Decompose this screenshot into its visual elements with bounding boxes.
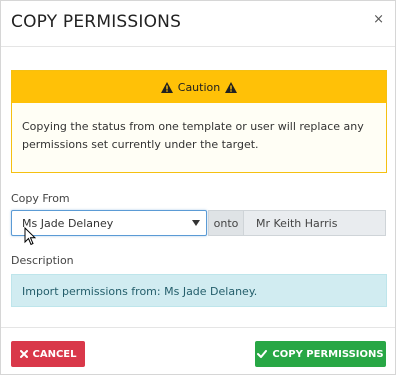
warning-icon <box>160 81 173 93</box>
modal-footer: CANCEL COPY PERMISSIONS <box>1 327 395 375</box>
description-label: Description <box>11 254 74 267</box>
modal-title: COPY PERMISSIONS <box>11 12 182 32</box>
caution-message: Copying the status from one template or … <box>22 120 364 151</box>
copy-permissions-button-label: COPY PERMISSIONS <box>272 348 384 360</box>
chevron-down-icon <box>192 220 200 226</box>
close-icon[interactable]: × <box>373 12 384 28</box>
caution-heading: Caution <box>177 80 221 94</box>
copy-permissions-modal: COPY PERMISSIONS × Caution Copying the s… <box>0 0 396 375</box>
description-box: Import permissions from: Ms Jade Delaney… <box>11 274 387 307</box>
onto-addon: onto <box>208 210 244 236</box>
copy-from-select[interactable]: Ms Jade Delaney <box>11 210 207 236</box>
caution-header: Caution <box>12 71 386 103</box>
close-icon <box>19 350 28 358</box>
cancel-button-label: CANCEL <box>32 348 77 360</box>
check-icon <box>257 350 268 358</box>
copy-from-label: Copy From <box>11 192 70 205</box>
modal-header: COPY PERMISSIONS × <box>1 1 395 47</box>
target-user-field: Mr Keith Harris <box>244 210 386 236</box>
mouse-cursor-icon <box>24 227 36 246</box>
copy-permissions-button[interactable]: COPY PERMISSIONS <box>255 341 386 367</box>
cancel-button[interactable]: CANCEL <box>11 341 85 367</box>
caution-panel: Caution Copying the status from one temp… <box>11 70 387 173</box>
warning-icon <box>225 81 238 93</box>
